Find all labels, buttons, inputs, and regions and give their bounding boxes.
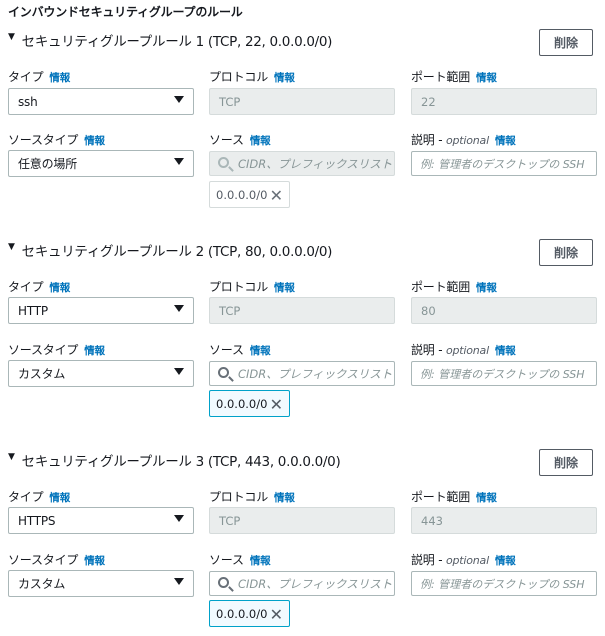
- source-token: 0.0.0.0/0 ✕: [209, 390, 290, 417]
- protocol-field: TCP: [209, 297, 395, 324]
- source-label: ソース 情報: [209, 343, 271, 357]
- source-search-input: CIDR、プレフィックスリスト: [209, 151, 395, 176]
- port-range-field: 22: [411, 88, 597, 115]
- source-search-input[interactable]: CIDR、プレフィックスリスト: [209, 571, 395, 596]
- triangle-down-icon: [174, 368, 184, 375]
- caret-down-icon[interactable]: ▼: [8, 242, 15, 252]
- rule-header[interactable]: ▼ セキュリティグループルール 1 (TCP, 22, 0.0.0.0/0): [8, 30, 332, 50]
- info-link[interactable]: 情報: [476, 72, 497, 84]
- rule-title: セキュリティグループルール 2 (TCP, 80, 0.0.0.0/0): [21, 244, 333, 260]
- info-link[interactable]: 情報: [274, 492, 295, 504]
- triangle-down-icon: [174, 96, 184, 103]
- port-range-label: ポート範囲 情報: [411, 70, 497, 84]
- rule-panel: ▼ セキュリティグループルール 3 (TCP, 443, 0.0.0.0/0) …: [0, 449, 605, 636]
- protocol-label: プロトコル 情報: [209, 490, 295, 504]
- info-link[interactable]: 情報: [84, 555, 105, 567]
- rule-panel: ▼ セキュリティグループルール 2 (TCP, 80, 0.0.0.0/0) 削…: [0, 239, 605, 450]
- description-label: 説明 - optional 情報: [411, 553, 516, 567]
- info-link[interactable]: 情報: [495, 555, 516, 567]
- close-icon: ✕: [269, 186, 283, 205]
- rule-panel: ▼ セキュリティグループルール 1 (TCP, 22, 0.0.0.0/0) 削…: [0, 29, 605, 240]
- info-link[interactable]: 情報: [250, 345, 271, 357]
- triangle-down-icon: [174, 158, 184, 165]
- protocol-field: TCP: [209, 507, 395, 534]
- info-link[interactable]: 情報: [476, 282, 497, 294]
- info-link[interactable]: 情報: [49, 282, 70, 294]
- source-type-select[interactable]: 任意の場所: [8, 150, 194, 177]
- protocol-field: TCP: [209, 88, 395, 115]
- info-link[interactable]: 情報: [476, 492, 497, 504]
- triangle-down-icon: [174, 578, 184, 585]
- search-icon: [218, 577, 229, 588]
- caret-down-icon[interactable]: ▼: [8, 452, 15, 462]
- rule-header[interactable]: ▼ セキュリティグループルール 3 (TCP, 443, 0.0.0.0/0): [8, 450, 341, 470]
- type-select[interactable]: HTTPS: [8, 507, 194, 534]
- info-link[interactable]: 情報: [274, 282, 295, 294]
- description-label: 説明 - optional 情報: [411, 343, 516, 357]
- protocol-label: プロトコル 情報: [209, 280, 295, 294]
- info-link[interactable]: 情報: [495, 345, 516, 357]
- source-label: ソース 情報: [209, 553, 271, 567]
- port-range-field: 80: [411, 297, 597, 324]
- source-type-select[interactable]: カスタム: [8, 570, 194, 597]
- port-range-label: ポート範囲 情報: [411, 280, 497, 294]
- search-icon: [218, 157, 229, 168]
- rule-header[interactable]: ▼ セキュリティグループルール 2 (TCP, 80, 0.0.0.0/0): [8, 240, 332, 260]
- rule-title: セキュリティグループルール 3 (TCP, 443, 0.0.0.0/0): [21, 454, 341, 470]
- source-type-select[interactable]: カスタム: [8, 360, 194, 387]
- description-input[interactable]: 例: 管理者のデスクトップの SSH: [411, 571, 597, 596]
- delete-button[interactable]: 削除: [539, 449, 593, 476]
- type-label: タイプ 情報: [8, 70, 71, 84]
- type-label: タイプ 情報: [8, 280, 71, 294]
- page-title: インバウンドセキュリティグループのルール: [8, 5, 243, 19]
- type-label: タイプ 情報: [8, 490, 71, 504]
- source-type-label: ソースタイプ 情報: [8, 343, 105, 357]
- triangle-down-icon: [174, 305, 184, 312]
- caret-down-icon[interactable]: ▼: [8, 32, 15, 42]
- info-link[interactable]: 情報: [495, 135, 516, 147]
- description-input[interactable]: 例: 管理者のデスクトップの SSH: [411, 151, 597, 176]
- source-label: ソース 情報: [209, 133, 271, 147]
- source-token: 0.0.0.0/0 ✕: [209, 181, 290, 208]
- protocol-label: プロトコル 情報: [209, 70, 295, 84]
- delete-button[interactable]: 削除: [539, 29, 593, 56]
- info-link[interactable]: 情報: [250, 135, 271, 147]
- close-icon[interactable]: ✕: [270, 605, 283, 624]
- source-type-label: ソースタイプ 情報: [8, 553, 105, 567]
- triangle-down-icon: [174, 515, 184, 522]
- search-icon: [218, 367, 229, 378]
- delete-button[interactable]: 削除: [539, 239, 593, 266]
- info-link[interactable]: 情報: [49, 492, 70, 504]
- port-range-label: ポート範囲 情報: [411, 490, 497, 504]
- type-select[interactable]: HTTP: [8, 297, 194, 324]
- info-link[interactable]: 情報: [84, 135, 105, 147]
- info-link[interactable]: 情報: [274, 72, 295, 84]
- description-label: 説明 - optional 情報: [411, 133, 516, 147]
- type-select[interactable]: ssh: [8, 88, 194, 115]
- source-token: 0.0.0.0/0 ✕: [209, 600, 290, 627]
- description-input[interactable]: 例: 管理者のデスクトップの SSH: [411, 361, 597, 386]
- info-link[interactable]: 情報: [84, 345, 105, 357]
- source-search-input[interactable]: CIDR、プレフィックスリスト: [209, 361, 395, 386]
- port-range-field: 443: [411, 507, 597, 534]
- source-type-label: ソースタイプ 情報: [8, 133, 105, 147]
- close-icon[interactable]: ✕: [270, 395, 283, 414]
- rule-title: セキュリティグループルール 1 (TCP, 22, 0.0.0.0/0): [21, 34, 333, 50]
- info-link[interactable]: 情報: [250, 555, 271, 567]
- info-link[interactable]: 情報: [49, 72, 70, 84]
